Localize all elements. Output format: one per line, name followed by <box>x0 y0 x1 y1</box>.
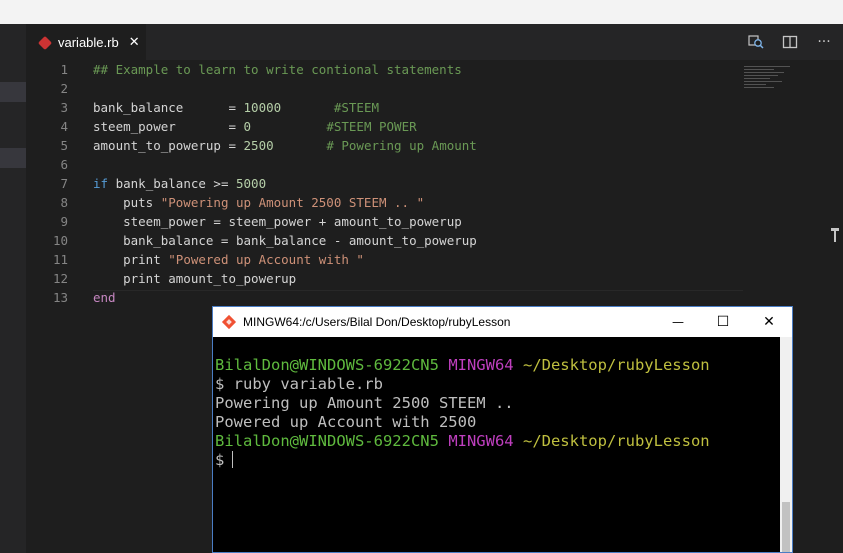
line-number: 6 <box>60 157 68 172</box>
terminal-line: $ ruby variable.rb <box>215 375 383 394</box>
minimap[interactable] <box>744 66 800 96</box>
terminal-text: $ ruby variable.rb <box>215 375 383 393</box>
terminal-text: ~/Desktop/rubyLesson <box>522 356 710 374</box>
terminal-line: BilalDon@WINDOWS-6922CN5 MINGW64 ~/Deskt… <box>215 356 710 375</box>
code-line[interactable]: amount_to_powerup = 2500 # Powering up A… <box>93 136 477 155</box>
code-line[interactable]: steem_power = 0 #STEEM POWER <box>93 117 417 136</box>
terminal-text: Powered up Account with 2500 <box>215 413 477 431</box>
code-line[interactable]: bank_balance = 10000 #STEEM <box>93 98 379 117</box>
terminal-line: $ <box>215 451 234 470</box>
code-token: 0 <box>243 119 252 134</box>
terminal-line: Powering up Amount 2500 STEEM .. <box>215 394 514 413</box>
explorer-sidebar <box>0 24 26 553</box>
terminal-text: BilalDon@WINDOWS-6922CN5 <box>215 356 439 374</box>
line-number: 11 <box>52 252 68 267</box>
ruby-file-icon <box>37 35 53 50</box>
code-line[interactable]: if bank_balance >= 5000 <box>93 174 266 193</box>
sidebar-selected-item[interactable] <box>0 148 26 168</box>
code-token: print amount_to_powerup <box>93 271 297 286</box>
more-actions-icon[interactable]: ··· <box>815 33 833 51</box>
line-number: 3 <box>60 100 68 115</box>
line-number: 10 <box>52 233 68 248</box>
code-line[interactable]: puts "Powering up Amount 2500 STEEM .. " <box>93 193 424 212</box>
split-editor-icon[interactable] <box>781 33 799 51</box>
mingw64-terminal-window[interactable]: MINGW64:/c/Users/Bilal Don/Desktop/rubyL… <box>212 306 793 553</box>
editor-tabbar: variable.rb ✕ ··· <box>26 24 843 60</box>
code-token: 5000 <box>236 176 267 191</box>
code-token: #STEEM POWER <box>326 119 417 134</box>
terminal-cursor <box>232 451 234 468</box>
code-token: bank_balance >= <box>108 176 236 191</box>
terminal-text: MINGW64 <box>448 432 514 450</box>
maximize-button[interactable]: ☐ <box>700 307 746 337</box>
editor-actions: ··· <box>747 24 833 60</box>
code-line[interactable]: print amount_to_powerup <box>93 269 296 288</box>
line-number: 2 <box>60 81 68 96</box>
sidebar-selected-item[interactable] <box>0 82 26 102</box>
code-token: # Powering up Amount <box>326 138 477 153</box>
terminal-title: MINGW64:/c/Users/Bilal Don/Desktop/rubyL… <box>243 315 511 329</box>
terminal-text: $ <box>215 451 225 469</box>
tab-label: variable.rb <box>58 35 119 50</box>
code-token: puts <box>93 195 161 210</box>
line-number: 12 <box>52 271 68 286</box>
line-number: 8 <box>60 195 68 210</box>
code-token: if <box>93 176 109 191</box>
line-number: 7 <box>60 176 68 191</box>
code-token: steem_power = steem_power + amount_to_po… <box>93 214 462 229</box>
terminal-line: Powered up Account with 2500 <box>215 413 476 432</box>
code-line[interactable]: steem_power = steem_power + amount_to_po… <box>93 212 462 231</box>
top-strip <box>0 0 843 24</box>
terminal-titlebar[interactable]: MINGW64:/c/Users/Bilal Don/Desktop/rubyL… <box>213 307 792 337</box>
terminal-output[interactable]: BilalDon@WINDOWS-6922CN5 MINGW64 ~/Deskt… <box>213 337 780 552</box>
code-line[interactable]: bank_balance = bank_balance - amount_to_… <box>93 231 477 250</box>
code-token: "Powered up Account with " <box>168 252 364 267</box>
tab-variable-rb[interactable]: variable.rb ✕ <box>26 24 146 60</box>
code-line[interactable]: print "Powered up Account with " <box>93 250 364 269</box>
line-number: 13 <box>52 290 68 305</box>
code-token: #STEEM <box>333 100 379 115</box>
code-token: 10000 <box>243 100 282 115</box>
code-token: amount_to_powerup = <box>93 138 244 153</box>
terminal-scrollbar[interactable] <box>780 337 792 552</box>
code-token: ## Example to learn to write contional s… <box>93 62 462 77</box>
line-number: 4 <box>60 119 68 134</box>
tab-close-icon[interactable]: ✕ <box>129 35 140 50</box>
code-line[interactable]: ## Example to learn to write contional s… <box>93 60 462 79</box>
line-number: 9 <box>60 214 68 229</box>
code-token: 2500 <box>243 138 274 153</box>
scroll-position-marker[interactable] <box>831 228 839 242</box>
code-token: bank_balance = bank_balance - amount_to_… <box>93 233 477 248</box>
git-bash-icon <box>221 314 237 330</box>
line-number: 5 <box>60 138 68 153</box>
terminal-text: Powering up Amount 2500 STEEM .. <box>215 394 514 412</box>
terminal-text: ~/Desktop/rubyLesson <box>522 432 710 450</box>
search-preview-icon[interactable] <box>747 33 765 51</box>
minimize-button[interactable]: — <box>655 307 701 337</box>
code-token: end <box>93 290 116 305</box>
terminal-line: BilalDon@WINDOWS-6922CN5 MINGW64 ~/Deskt… <box>215 432 710 451</box>
close-button[interactable]: ✕ <box>746 307 792 337</box>
code-token: bank_balance = <box>93 100 244 115</box>
code-token: steem_power = <box>93 119 244 134</box>
code-token: "Powering up Amount 2500 STEEM .. " <box>160 195 425 210</box>
code-token: print <box>93 252 169 267</box>
terminal-text: BilalDon@WINDOWS-6922CN5 <box>215 432 439 450</box>
terminal-scrollbar-thumb[interactable] <box>782 502 790 552</box>
terminal-text: MINGW64 <box>448 356 514 374</box>
current-line-highlight <box>93 290 743 291</box>
line-number: 1 <box>60 62 68 77</box>
